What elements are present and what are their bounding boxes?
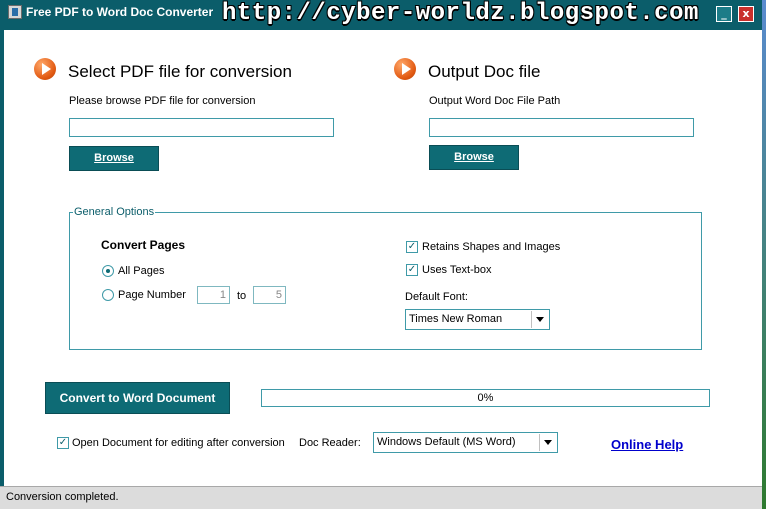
progress-text: 0% xyxy=(477,392,494,404)
minimize-button[interactable]: _ xyxy=(716,6,732,22)
pdf-path-input[interactable] xyxy=(69,118,334,137)
page-number-radio[interactable] xyxy=(102,289,114,301)
status-bar: Conversion completed. xyxy=(0,486,762,509)
output-sublabel: Output Word Doc File Path xyxy=(429,95,561,107)
output-heading: Output Doc file xyxy=(428,62,541,81)
input-heading: Select PDF file for conversion xyxy=(68,62,292,81)
default-font-label: Default Font: xyxy=(405,291,468,303)
all-pages-label[interactable]: All Pages xyxy=(118,265,164,277)
arrow-right-icon xyxy=(394,58,416,80)
doc-path-input[interactable] xyxy=(429,118,694,137)
progress-bar: 0% xyxy=(261,389,710,407)
convert-pages-label: Convert Pages xyxy=(101,238,186,252)
online-help-link[interactable]: Online Help xyxy=(611,437,683,452)
browse-pdf-button[interactable]: Browse xyxy=(69,146,159,171)
browse-doc-button[interactable]: Browse xyxy=(429,145,519,170)
main-panel: Select PDF file for conversion Please br… xyxy=(4,30,762,486)
window-title: Free PDF to Word Doc Converter xyxy=(26,5,214,19)
doc-reader-value: Windows Default (MS Word) xyxy=(377,436,516,448)
page-number-label[interactable]: Page Number xyxy=(118,289,186,301)
to-label: to xyxy=(237,290,247,302)
page-from-input[interactable]: 1 xyxy=(197,286,230,304)
app-window: Free PDF to Word Doc Converter http://cy… xyxy=(0,0,762,509)
open-doc-label[interactable]: Open Document for editing after conversi… xyxy=(72,437,285,449)
page-to-input[interactable]: 5 xyxy=(253,286,286,304)
use-textbox-checkbox[interactable]: ✓ xyxy=(406,264,418,276)
general-options-group xyxy=(69,212,702,350)
close-button[interactable]: x xyxy=(738,6,754,22)
status-text: Conversion completed. xyxy=(6,491,119,503)
general-options-legend: General Options xyxy=(73,206,156,218)
doc-reader-select[interactable]: Windows Default (MS Word) xyxy=(373,432,558,453)
app-icon xyxy=(8,5,22,19)
title-bar[interactable]: Free PDF to Word Doc Converter http://cy… xyxy=(0,0,762,30)
all-pages-radio[interactable] xyxy=(102,265,114,277)
retain-shapes-label[interactable]: Retains Shapes and Images xyxy=(422,241,560,253)
desktop-background xyxy=(762,0,766,509)
convert-button[interactable]: Convert to Word Document xyxy=(45,382,230,414)
chevron-down-icon[interactable] xyxy=(539,434,556,451)
open-doc-checkbox[interactable]: ✓ xyxy=(57,437,69,449)
input-sublabel: Please browse PDF file for conversion xyxy=(69,95,256,107)
default-font-select[interactable]: Times New Roman xyxy=(405,309,550,330)
use-textbox-label[interactable]: Uses Text-box xyxy=(422,264,492,276)
chevron-down-icon[interactable] xyxy=(531,311,548,328)
retain-shapes-checkbox[interactable]: ✓ xyxy=(406,241,418,253)
default-font-value: Times New Roman xyxy=(409,313,503,325)
arrow-right-icon xyxy=(34,58,56,80)
doc-reader-label: Doc Reader: xyxy=(299,437,361,449)
blog-url-banner: http://cyber-worldz.blogspot.com xyxy=(222,0,699,27)
